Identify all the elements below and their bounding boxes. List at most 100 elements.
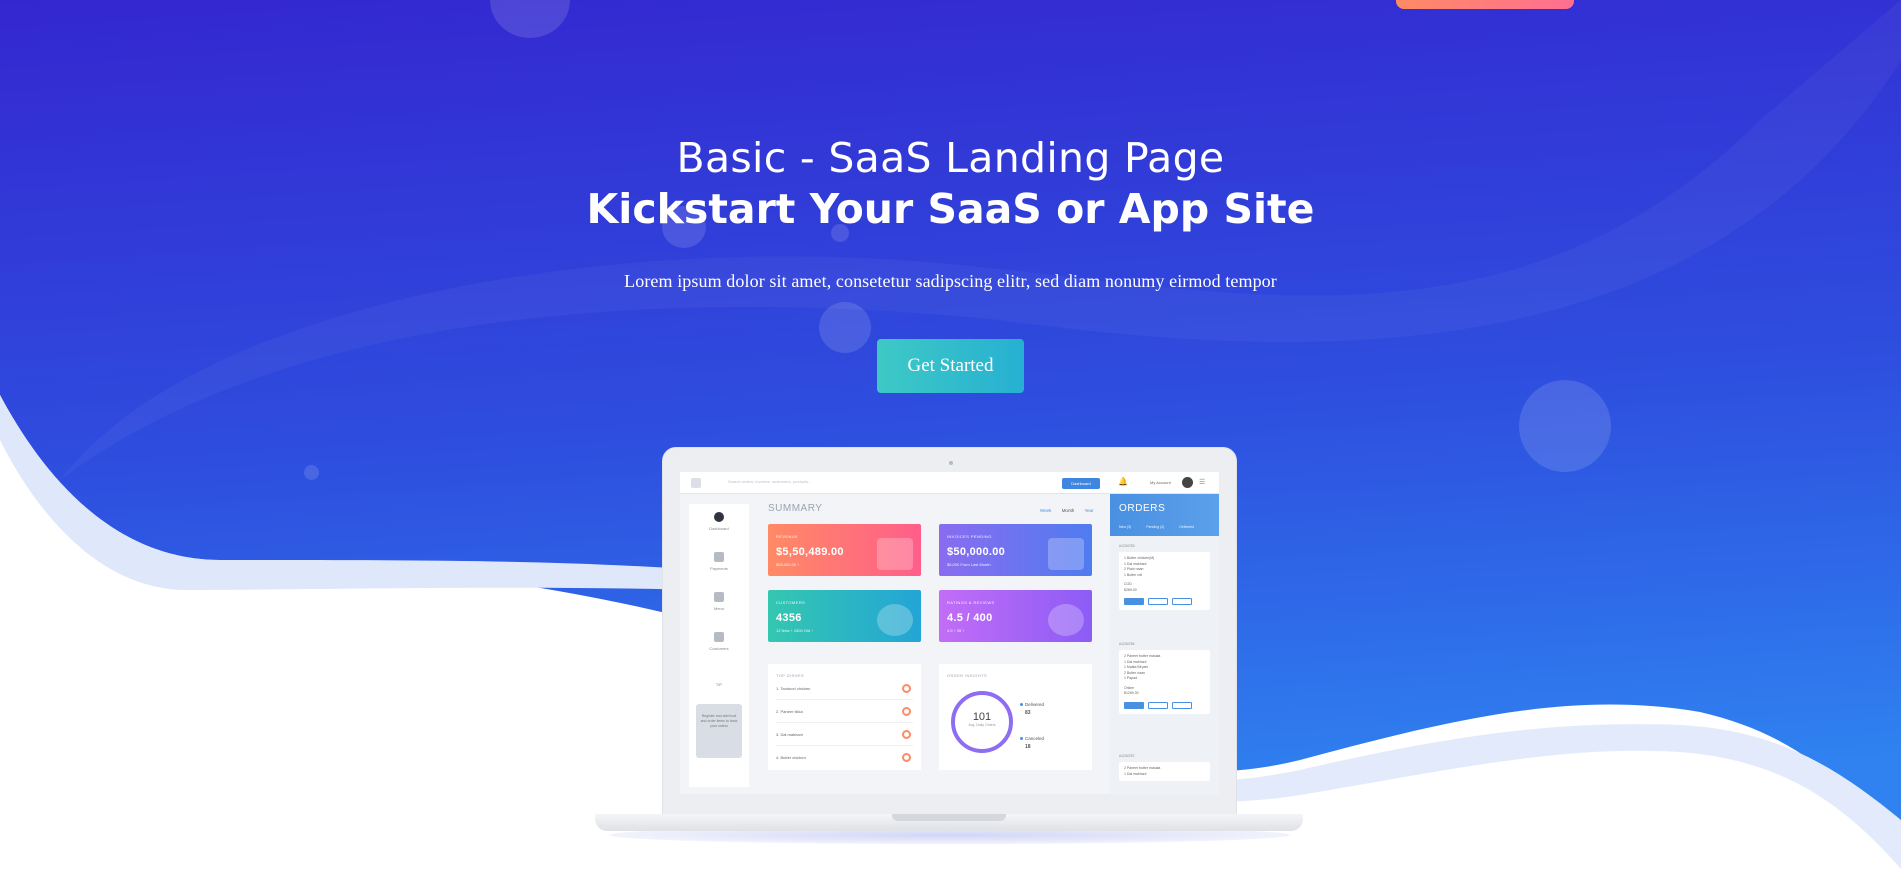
panel-title: ORDER INSIGHTS [947, 673, 988, 678]
list-item: 3. Dal makhani [776, 724, 913, 746]
list-item: 2. Paneer tikka [776, 701, 913, 723]
order-id: #1234784 [1119, 642, 1135, 646]
order-amount: $1269.00 [1124, 691, 1139, 695]
tab-year: Year [1084, 508, 1094, 513]
edit-button [1172, 598, 1192, 605]
order-amount: $289.00 [1124, 587, 1137, 592]
card-subtext: 4.5 ↑ 35 ↑ [947, 628, 965, 633]
tab-pending: Pending (2) [1146, 525, 1165, 529]
sidebar-item-customers: Customers [689, 632, 749, 651]
tip-label: TIP [715, 682, 723, 687]
hero-headline: Kickstart Your SaaS or App Site [586, 185, 1315, 233]
laptop-notch [892, 814, 1006, 821]
orders-panel: ORDERS New (3) Pending (2) Delivered #12… [1110, 494, 1219, 794]
menu-icon [714, 592, 724, 602]
checklist-icon [1048, 538, 1084, 570]
tab-week: Week [1040, 508, 1052, 513]
stat-label: Canceled [1025, 736, 1045, 741]
order-card: 2 Paneer butter masala 1 Dal makhani [1119, 762, 1210, 781]
sidebar-item-dashboard: Dashboard [689, 512, 749, 531]
header-cta-button[interactable] [1396, 0, 1574, 9]
progress-ring-icon [902, 753, 911, 762]
dashboard-screenshot: Search orders, invoices, customers, prod… [680, 472, 1219, 794]
customers-icon [714, 632, 724, 642]
card-subtext: $5,000 From Last Month [947, 562, 991, 567]
period-tabs: Week Month Year [1031, 508, 1094, 513]
hero-subtitle: Lorem ipsum dolor sit amet, consetetur s… [624, 271, 1277, 291]
orders-header: ORDERS New (3) Pending (2) Delivered [1110, 494, 1219, 536]
card-value: $50,000.00 [947, 546, 1006, 558]
dashboard-icon [714, 512, 724, 522]
status-dot-icon [1020, 703, 1023, 706]
customers-card: CUSTOMERS 4356 12 New ↑ 4300 Old ↑ [768, 590, 921, 642]
card-label: RATINGS & REVIEWS [947, 600, 995, 605]
get-started-button[interactable]: Get Started [877, 339, 1024, 393]
sidebar-item-label: Payments [710, 566, 728, 571]
dish-name: 1. Tandoori chicken [776, 686, 811, 691]
bubble [304, 465, 319, 480]
order-insights-panel: ORDER INSIGHTS 101 Avg. Daily Orders Del… [939, 664, 1092, 770]
sidebar-item-label: Dashboard [709, 526, 729, 531]
laptop-camera [949, 461, 953, 465]
card-label: INVOICES PENDING [947, 534, 992, 539]
sidebar-item-label: Customers [709, 646, 729, 651]
dashboard-button: Dashboard [1062, 478, 1100, 489]
accept-button [1124, 598, 1144, 605]
order-id: #1234783 [1119, 544, 1135, 548]
top-dishes-panel: TOP DISHES 1. Tandoori chicken 2. Paneer… [768, 664, 921, 770]
tip-box: Register and add food and order items to… [696, 704, 742, 758]
order-card: 2 Paneer butter masala 1 Dal makhani 1 M… [1119, 650, 1210, 714]
daily-orders-ring: 101 Avg. Daily Orders [951, 691, 1013, 753]
card-subtext: 12 New ↑ 4300 Old ↑ [776, 628, 814, 633]
order-actions [1124, 598, 1205, 606]
ring-value: 101 [972, 711, 992, 723]
dashboard-sidebar: Dashboard Payments Menu Customers TIP Re… [689, 504, 749, 787]
progress-ring-icon [902, 730, 911, 739]
summary-title: SUMMARY [768, 503, 823, 514]
wallet-icon [877, 538, 913, 570]
canceled-stat: Canceled 18 [1020, 736, 1045, 750]
menu-icon [691, 478, 701, 488]
card-value: 4.5 / 400 [947, 612, 993, 624]
delivered-stat: Delivered 83 [1020, 702, 1045, 716]
revenue-card: REVENUE $5,50,489.00 $55,000.00 ↑ [768, 524, 921, 576]
calendar-icon [714, 552, 724, 562]
reject-button [1148, 701, 1168, 709]
stat-label: Delivered [1025, 702, 1045, 707]
accept-button [1124, 701, 1144, 709]
bell-icon: 🔔 [1118, 477, 1128, 486]
dashboard-search: Search orders, invoices, customers, prod… [728, 479, 812, 484]
hero-title: Basic - SaaS Landing Page [676, 134, 1225, 182]
user-icon [877, 604, 913, 636]
list-item: 4. Butter chicken [776, 747, 913, 769]
orders-title: ORDERS [1119, 503, 1166, 514]
tab-delivered: Delivered [1179, 525, 1195, 529]
orders-tabs: New (3) Pending (2) Delivered [1119, 525, 1208, 529]
order-card: 1 Butter chicken(M) 1 Dal makhani 2 Plai… [1119, 552, 1210, 610]
card-subtext: $55,000.00 ↑ [776, 562, 800, 567]
bubble [1519, 380, 1611, 472]
progress-ring-icon [902, 707, 911, 716]
status-dot-icon [1020, 737, 1023, 740]
account-label: My Account [1150, 480, 1171, 485]
reject-button [1148, 598, 1168, 605]
edit-button [1172, 701, 1192, 709]
sidebar-item-label: Menu [713, 606, 724, 611]
hamburger-icon: ☰ [1199, 479, 1206, 486]
hero-content: Basic - SaaS Landing Page Kickstart Your… [0, 132, 1901, 393]
order-item: 1 Papad [1124, 676, 1138, 680]
order-item: 1 Butter roti [1124, 572, 1143, 577]
sidebar-item-payments: Payments [689, 552, 749, 571]
stat-value: 83 [1025, 710, 1031, 716]
dish-name: 4. Butter chicken [776, 755, 806, 760]
card-value: $5,50,489.00 [776, 546, 844, 558]
ratings-card: RATINGS & REVIEWS 4.5 / 400 4.5 ↑ 35 ↑ [939, 590, 1092, 642]
tab-month: Month [1061, 508, 1075, 513]
order-id: #1234787 [1119, 754, 1135, 758]
ring-label: Avg. Daily Orders [968, 723, 996, 727]
order-item: 1 Dal makhani [1124, 771, 1147, 776]
tab-new: New (3) [1119, 525, 1132, 529]
card-label: REVENUE [776, 534, 799, 539]
card-value: 4356 [776, 612, 802, 624]
dashboard-topbar: Search orders, invoices, customers, prod… [680, 472, 1219, 494]
